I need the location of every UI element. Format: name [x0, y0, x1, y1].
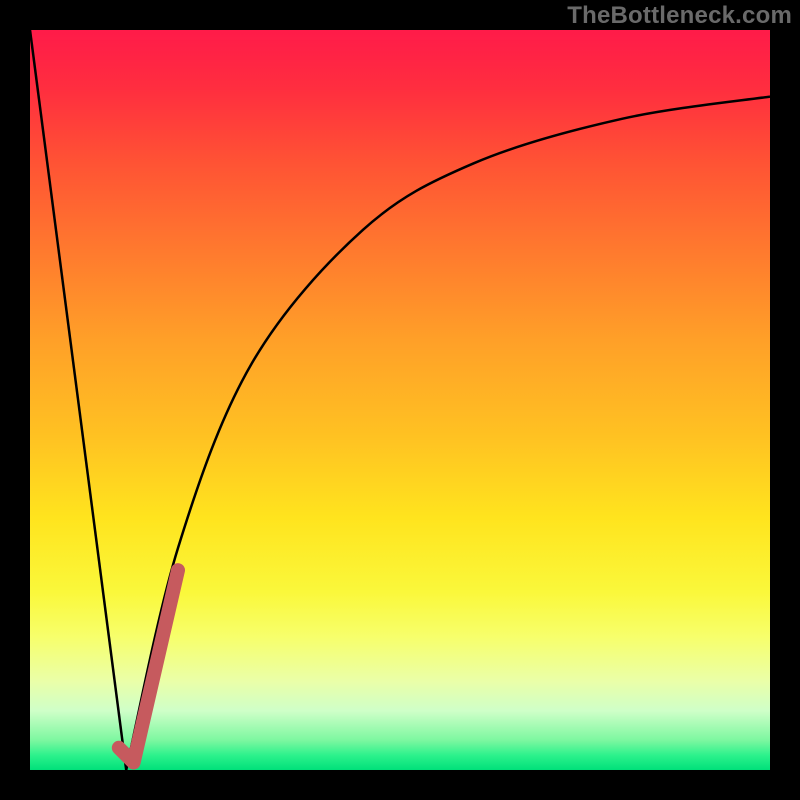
- bottleneck-curve-left: [30, 30, 126, 770]
- plot-area: [30, 30, 770, 770]
- bottleneck-curve-right: [126, 97, 770, 770]
- curve-layer: [30, 30, 770, 770]
- watermark-text: TheBottleneck.com: [567, 2, 792, 30]
- chart-stage: TheBottleneck.com: [0, 0, 800, 800]
